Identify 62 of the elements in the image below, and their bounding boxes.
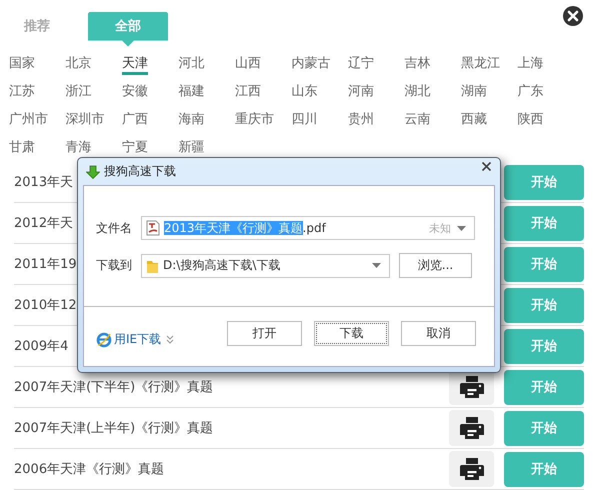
region-link[interactable]: 上海 bbox=[518, 54, 544, 74]
browser-e-icon bbox=[96, 332, 112, 348]
region-link[interactable]: 青海 bbox=[66, 138, 92, 158]
region-link[interactable]: 山东 bbox=[292, 82, 318, 102]
exam-title[interactable]: 2006年天津《行测》真题 bbox=[14, 460, 449, 478]
region-link[interactable]: 贵州 bbox=[348, 110, 374, 130]
folder-dropdown[interactable]: D:\搜狗高速下载\下载 bbox=[141, 254, 390, 278]
region-link[interactable]: 江西 bbox=[235, 82, 261, 102]
exam-title[interactable]: 2007年天津(下半年)《行测》真题 bbox=[14, 378, 449, 396]
caret-icon bbox=[372, 263, 381, 268]
close-icon[interactable] bbox=[481, 161, 492, 172]
region-link[interactable]: 辽宁 bbox=[348, 54, 374, 74]
caret-icon bbox=[457, 226, 466, 230]
dialog-button[interactable]: 打开 bbox=[227, 321, 302, 346]
browse-button[interactable]: 浏览... bbox=[399, 253, 472, 278]
region-link[interactable]: 浙江 bbox=[66, 82, 92, 102]
dialog-button[interactable]: 下载 bbox=[314, 321, 389, 346]
dialog-title: 搜狗高速下载 bbox=[104, 163, 176, 180]
region-link[interactable]: 广东 bbox=[518, 82, 544, 102]
printer-icon bbox=[458, 415, 484, 441]
region-link[interactable]: 河北 bbox=[178, 54, 204, 74]
print-button[interactable] bbox=[449, 410, 494, 446]
close-icon[interactable] bbox=[563, 6, 583, 26]
double-chevron-icon bbox=[166, 335, 174, 344]
region-link[interactable]: 广西 bbox=[122, 110, 148, 130]
region-link[interactable]: 宁夏 bbox=[122, 138, 148, 158]
region-link[interactable]: 四川 bbox=[292, 110, 318, 130]
file-name-field[interactable]: 2013年天津《行测》真题.pdf 未知 bbox=[141, 216, 475, 240]
region-link[interactable]: 黑龙江 bbox=[461, 54, 500, 74]
file-size: 未知 bbox=[429, 220, 451, 236]
print-button[interactable] bbox=[449, 451, 494, 487]
region-link[interactable]: 安徽 bbox=[122, 82, 148, 102]
region-link[interactable]: 河南 bbox=[348, 82, 374, 102]
region-link[interactable]: 重庆市 bbox=[235, 110, 274, 130]
region-link[interactable]: 新疆 bbox=[178, 138, 204, 158]
region-link[interactable]: 海南 bbox=[178, 110, 204, 130]
exam-title[interactable]: 2007年天津(上半年)《行测》真题 bbox=[14, 419, 449, 437]
region-link[interactable]: 福建 bbox=[178, 82, 204, 102]
field-label: 文件名 bbox=[96, 220, 133, 236]
region-link[interactable]: 内蒙古 bbox=[292, 54, 330, 74]
region-link[interactable]: 云南 bbox=[404, 110, 430, 130]
region-link[interactable]: 深圳市 bbox=[66, 110, 104, 130]
region-link[interactable]: 天津 bbox=[122, 54, 148, 74]
region-link[interactable]: 国家 bbox=[9, 54, 35, 74]
printer-icon bbox=[458, 456, 484, 482]
region-link[interactable]: 北京 bbox=[66, 54, 92, 74]
download-arrow-icon bbox=[86, 164, 100, 178]
field-label: 下载到 bbox=[96, 257, 133, 274]
pdf-icon bbox=[146, 220, 160, 236]
region-link[interactable]: 山西 bbox=[235, 54, 261, 74]
region-link[interactable]: 陕西 bbox=[518, 110, 544, 130]
region-link[interactable]: 甘肃 bbox=[9, 138, 35, 158]
file-name-text[interactable]: 2013年天津《行测》真题.pdf bbox=[164, 220, 425, 236]
region-link[interactable]: 西藏 bbox=[461, 110, 487, 130]
printer-icon bbox=[458, 374, 484, 400]
ie-download-link[interactable]: 用IE下载 bbox=[114, 331, 162, 348]
region-link[interactable]: 江苏 bbox=[9, 82, 35, 102]
region-link[interactable]: 广州市 bbox=[9, 110, 48, 130]
region-link[interactable]: 湖南 bbox=[461, 82, 487, 102]
dialog-button[interactable]: 取消 bbox=[401, 321, 476, 346]
region-link[interactable]: 湖北 bbox=[404, 82, 430, 102]
region-link[interactable]: 吉林 bbox=[404, 54, 430, 74]
